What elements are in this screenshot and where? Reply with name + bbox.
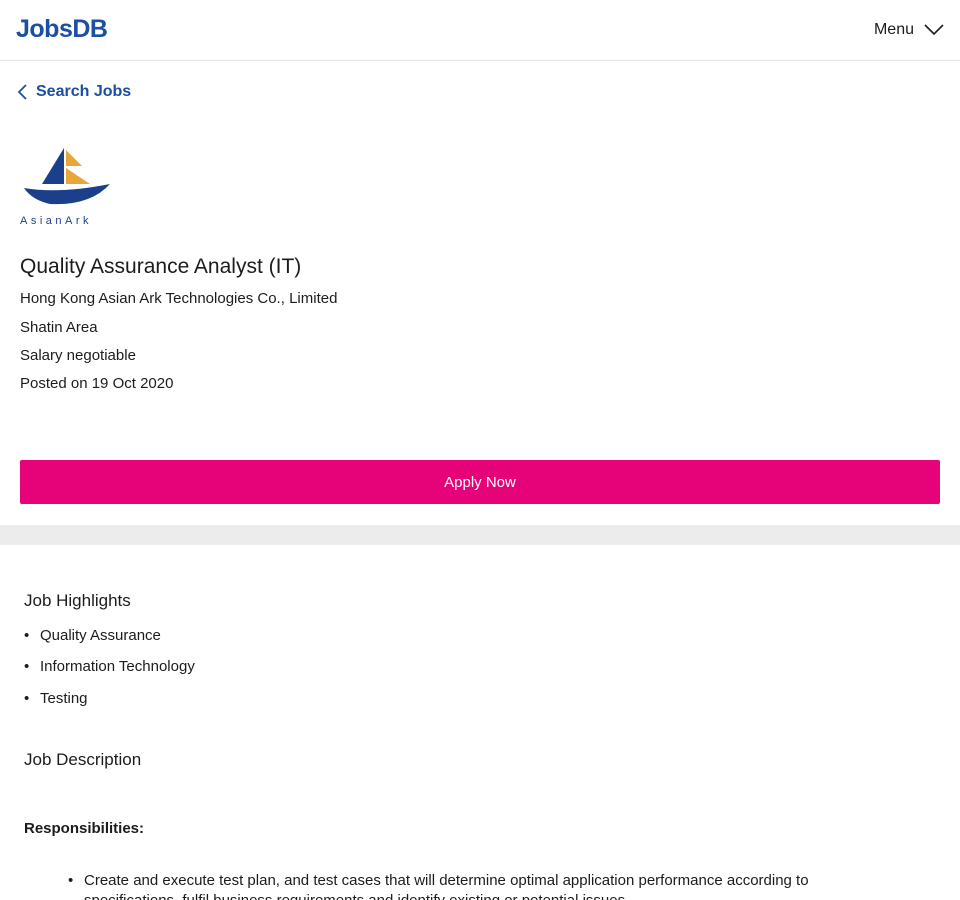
company-name[interactable]: Hong Kong Asian Ark Technologies Co., Li… [20,289,337,309]
description-item: Create and execute test plan, and test c… [84,872,809,900]
posted-date: Posted on 19 Oct 2020 [20,375,174,392]
highlight-label: Information Technology [40,658,195,675]
apply-now-button[interactable]: Apply Now [20,460,940,504]
description-bullet: • [68,872,74,889]
job-title: Quality Assurance Analyst (IT) [20,255,302,278]
menu-label: Menu [873,21,914,38]
section-divider [0,525,960,545]
highlight-label: Testing [40,690,88,707]
back-label: Search Jobs [36,83,132,100]
salary-info: Salary negotiable [20,347,136,364]
menu-button[interactable]: Menu [874,19,944,41]
highlight-label: Quality Assurance [40,627,161,644]
top-bar: JobsDB Menu [0,0,960,61]
job-location: Shatin Area [20,319,98,336]
company-logo: AsianArk [20,144,116,228]
job-description-heading: Job Description [24,750,142,769]
back-to-search-link[interactable]: Search Jobs [16,82,131,102]
chevron-down-icon [924,24,944,36]
chevron-left-icon [17,84,27,100]
highlight-item: • Quality Assurance [24,627,161,644]
highlight-item: • Testing [24,690,88,707]
responsibilities-label: Responsibilities: [24,820,145,837]
job-highlights-heading: Job Highlights [24,591,131,610]
highlight-item: • Information Technology [24,658,195,675]
company-logo-text: AsianArk [20,215,92,227]
jobsdb-logo[interactable]: JobsDB [16,15,108,43]
